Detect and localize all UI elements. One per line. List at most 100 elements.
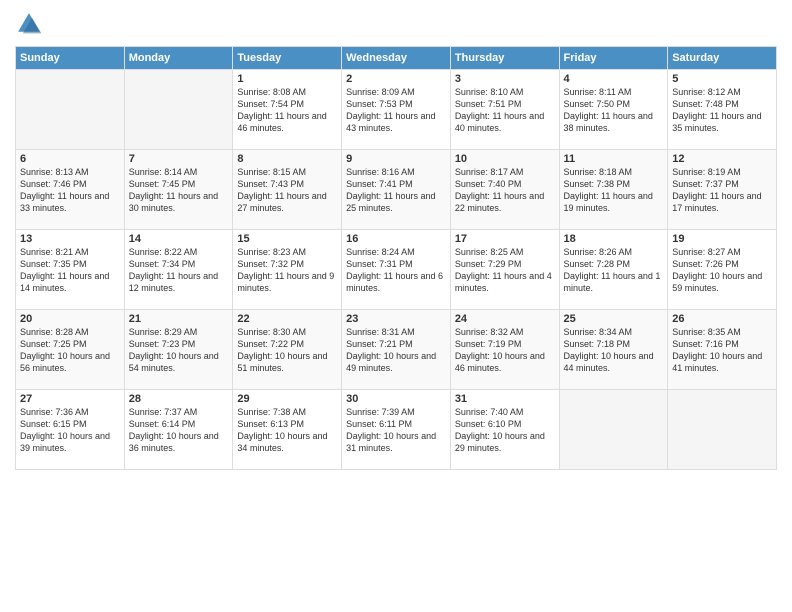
day-info: Sunrise: 8:31 AM Sunset: 7:21 PM Dayligh… — [346, 326, 446, 375]
day-number: 22 — [237, 313, 337, 325]
day-number: 21 — [129, 313, 229, 325]
day-info: Sunrise: 8:16 AM Sunset: 7:41 PM Dayligh… — [346, 166, 446, 215]
calendar-cell: 12Sunrise: 8:19 AM Sunset: 7:37 PM Dayli… — [668, 150, 777, 230]
calendar-cell: 3Sunrise: 8:10 AM Sunset: 7:51 PM Daylig… — [450, 70, 559, 150]
day-number: 27 — [20, 393, 120, 405]
calendar-week-3: 13Sunrise: 8:21 AM Sunset: 7:35 PM Dayli… — [16, 230, 777, 310]
day-number: 11 — [564, 153, 664, 165]
calendar-week-1: 1Sunrise: 8:08 AM Sunset: 7:54 PM Daylig… — [16, 70, 777, 150]
calendar-cell: 29Sunrise: 7:38 AM Sunset: 6:13 PM Dayli… — [233, 390, 342, 470]
day-info: Sunrise: 8:26 AM Sunset: 7:28 PM Dayligh… — [564, 246, 664, 295]
header — [15, 10, 777, 38]
day-info: Sunrise: 8:17 AM Sunset: 7:40 PM Dayligh… — [455, 166, 555, 215]
day-number: 17 — [455, 233, 555, 245]
day-info: Sunrise: 8:11 AM Sunset: 7:50 PM Dayligh… — [564, 86, 664, 135]
day-info: Sunrise: 8:13 AM Sunset: 7:46 PM Dayligh… — [20, 166, 120, 215]
calendar-cell: 10Sunrise: 8:17 AM Sunset: 7:40 PM Dayli… — [450, 150, 559, 230]
header-friday: Friday — [559, 47, 668, 70]
day-number: 19 — [672, 233, 772, 245]
day-info: Sunrise: 8:10 AM Sunset: 7:51 PM Dayligh… — [455, 86, 555, 135]
day-info: Sunrise: 7:40 AM Sunset: 6:10 PM Dayligh… — [455, 406, 555, 455]
day-number: 5 — [672, 73, 772, 85]
day-number: 16 — [346, 233, 446, 245]
day-number: 6 — [20, 153, 120, 165]
calendar-cell: 19Sunrise: 8:27 AM Sunset: 7:26 PM Dayli… — [668, 230, 777, 310]
day-number: 30 — [346, 393, 446, 405]
page: SundayMondayTuesdayWednesdayThursdayFrid… — [0, 0, 792, 612]
day-info: Sunrise: 8:08 AM Sunset: 7:54 PM Dayligh… — [237, 86, 337, 135]
calendar-week-4: 20Sunrise: 8:28 AM Sunset: 7:25 PM Dayli… — [16, 310, 777, 390]
calendar-cell: 14Sunrise: 8:22 AM Sunset: 7:34 PM Dayli… — [124, 230, 233, 310]
calendar-cell: 25Sunrise: 8:34 AM Sunset: 7:18 PM Dayli… — [559, 310, 668, 390]
day-number: 10 — [455, 153, 555, 165]
day-info: Sunrise: 8:14 AM Sunset: 7:45 PM Dayligh… — [129, 166, 229, 215]
calendar-cell — [16, 70, 125, 150]
day-info: Sunrise: 8:29 AM Sunset: 7:23 PM Dayligh… — [129, 326, 229, 375]
calendar-cell: 18Sunrise: 8:26 AM Sunset: 7:28 PM Dayli… — [559, 230, 668, 310]
calendar-cell: 9Sunrise: 8:16 AM Sunset: 7:41 PM Daylig… — [342, 150, 451, 230]
calendar-cell: 8Sunrise: 8:15 AM Sunset: 7:43 PM Daylig… — [233, 150, 342, 230]
day-info: Sunrise: 8:12 AM Sunset: 7:48 PM Dayligh… — [672, 86, 772, 135]
header-thursday: Thursday — [450, 47, 559, 70]
calendar-cell: 2Sunrise: 8:09 AM Sunset: 7:53 PM Daylig… — [342, 70, 451, 150]
day-number: 23 — [346, 313, 446, 325]
calendar-cell: 31Sunrise: 7:40 AM Sunset: 6:10 PM Dayli… — [450, 390, 559, 470]
calendar-cell: 20Sunrise: 8:28 AM Sunset: 7:25 PM Dayli… — [16, 310, 125, 390]
calendar-cell: 7Sunrise: 8:14 AM Sunset: 7:45 PM Daylig… — [124, 150, 233, 230]
day-number: 18 — [564, 233, 664, 245]
day-info: Sunrise: 8:21 AM Sunset: 7:35 PM Dayligh… — [20, 246, 120, 295]
day-info: Sunrise: 7:37 AM Sunset: 6:14 PM Dayligh… — [129, 406, 229, 455]
day-number: 4 — [564, 73, 664, 85]
day-number: 25 — [564, 313, 664, 325]
day-number: 3 — [455, 73, 555, 85]
calendar-table: SundayMondayTuesdayWednesdayThursdayFrid… — [15, 46, 777, 470]
calendar-cell — [559, 390, 668, 470]
day-info: Sunrise: 8:23 AM Sunset: 7:32 PM Dayligh… — [237, 246, 337, 295]
day-info: Sunrise: 8:09 AM Sunset: 7:53 PM Dayligh… — [346, 86, 446, 135]
day-info: Sunrise: 7:38 AM Sunset: 6:13 PM Dayligh… — [237, 406, 337, 455]
calendar-cell: 26Sunrise: 8:35 AM Sunset: 7:16 PM Dayli… — [668, 310, 777, 390]
day-info: Sunrise: 7:36 AM Sunset: 6:15 PM Dayligh… — [20, 406, 120, 455]
calendar-cell: 23Sunrise: 8:31 AM Sunset: 7:21 PM Dayli… — [342, 310, 451, 390]
calendar-week-2: 6Sunrise: 8:13 AM Sunset: 7:46 PM Daylig… — [16, 150, 777, 230]
day-info: Sunrise: 8:24 AM Sunset: 7:31 PM Dayligh… — [346, 246, 446, 295]
day-info: Sunrise: 8:35 AM Sunset: 7:16 PM Dayligh… — [672, 326, 772, 375]
day-number: 29 — [237, 393, 337, 405]
calendar-cell: 6Sunrise: 8:13 AM Sunset: 7:46 PM Daylig… — [16, 150, 125, 230]
calendar-week-5: 27Sunrise: 7:36 AM Sunset: 6:15 PM Dayli… — [16, 390, 777, 470]
calendar-cell: 24Sunrise: 8:32 AM Sunset: 7:19 PM Dayli… — [450, 310, 559, 390]
day-number: 26 — [672, 313, 772, 325]
calendar-cell: 28Sunrise: 7:37 AM Sunset: 6:14 PM Dayli… — [124, 390, 233, 470]
calendar-cell: 11Sunrise: 8:18 AM Sunset: 7:38 PM Dayli… — [559, 150, 668, 230]
day-info: Sunrise: 8:27 AM Sunset: 7:26 PM Dayligh… — [672, 246, 772, 295]
day-number: 13 — [20, 233, 120, 245]
day-number: 1 — [237, 73, 337, 85]
day-info: Sunrise: 8:34 AM Sunset: 7:18 PM Dayligh… — [564, 326, 664, 375]
calendar-cell: 1Sunrise: 8:08 AM Sunset: 7:54 PM Daylig… — [233, 70, 342, 150]
header-wednesday: Wednesday — [342, 47, 451, 70]
header-saturday: Saturday — [668, 47, 777, 70]
calendar-cell: 5Sunrise: 8:12 AM Sunset: 7:48 PM Daylig… — [668, 70, 777, 150]
day-number: 14 — [129, 233, 229, 245]
day-number: 2 — [346, 73, 446, 85]
header-sunday: Sunday — [16, 47, 125, 70]
calendar-cell: 15Sunrise: 8:23 AM Sunset: 7:32 PM Dayli… — [233, 230, 342, 310]
day-number: 31 — [455, 393, 555, 405]
header-tuesday: Tuesday — [233, 47, 342, 70]
calendar-cell: 16Sunrise: 8:24 AM Sunset: 7:31 PM Dayli… — [342, 230, 451, 310]
day-number: 15 — [237, 233, 337, 245]
calendar-cell: 27Sunrise: 7:36 AM Sunset: 6:15 PM Dayli… — [16, 390, 125, 470]
calendar-header-row: SundayMondayTuesdayWednesdayThursdayFrid… — [16, 47, 777, 70]
day-info: Sunrise: 8:22 AM Sunset: 7:34 PM Dayligh… — [129, 246, 229, 295]
calendar-cell: 21Sunrise: 8:29 AM Sunset: 7:23 PM Dayli… — [124, 310, 233, 390]
calendar-cell: 30Sunrise: 7:39 AM Sunset: 6:11 PM Dayli… — [342, 390, 451, 470]
day-number: 7 — [129, 153, 229, 165]
day-number: 9 — [346, 153, 446, 165]
calendar-cell: 4Sunrise: 8:11 AM Sunset: 7:50 PM Daylig… — [559, 70, 668, 150]
day-info: Sunrise: 8:30 AM Sunset: 7:22 PM Dayligh… — [237, 326, 337, 375]
calendar-cell — [124, 70, 233, 150]
calendar-cell: 13Sunrise: 8:21 AM Sunset: 7:35 PM Dayli… — [16, 230, 125, 310]
day-info: Sunrise: 8:18 AM Sunset: 7:38 PM Dayligh… — [564, 166, 664, 215]
day-number: 8 — [237, 153, 337, 165]
day-info: Sunrise: 8:19 AM Sunset: 7:37 PM Dayligh… — [672, 166, 772, 215]
